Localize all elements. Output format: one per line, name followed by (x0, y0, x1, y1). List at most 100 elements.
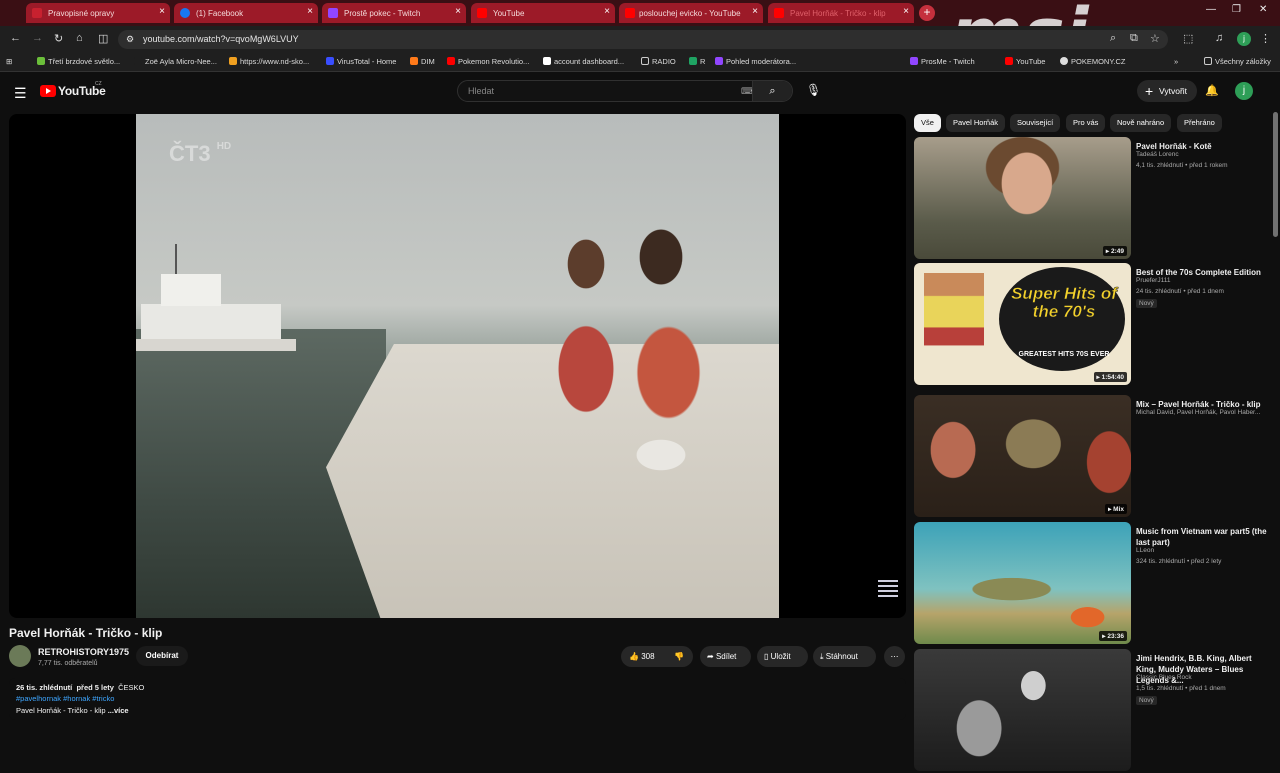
zoom-icon[interactable]: ⌕ (1110, 32, 1116, 45)
close-window-icon[interactable]: ✕ (1259, 4, 1267, 15)
more-actions-button[interactable]: ⋯ (884, 646, 905, 667)
bookmark-star-icon[interactable]: ☆ (1150, 32, 1160, 45)
apps-icon[interactable]: ⊞ (6, 57, 12, 66)
description-meta: 26 tis. zhlédnutí před 5 lety ČESKO (16, 683, 145, 692)
search-input[interactable]: Hledat (468, 86, 494, 96)
recommended-channel[interactable]: Classic Blues Rock (1136, 674, 1192, 681)
url-field[interactable]: ⚙ youtube.com/watch?v=qvoMgW6LVUY (118, 30, 1168, 49)
channel-avatar[interactable] (9, 645, 31, 667)
chip-for-you[interactable]: Pro vás (1066, 114, 1106, 132)
recommended-channel[interactable]: Michal David, Pavel Horňák, Pavol Haber.… (1136, 409, 1260, 416)
chip-watched[interactable]: Přehráno (1177, 114, 1222, 132)
install-icon[interactable]: ⧉ (1130, 32, 1138, 45)
recommended-video[interactable]: Super Hits of the 70's GREATEST HITS 70S… (914, 263, 1274, 387)
bookmark-item[interactable]: DIM (410, 57, 435, 66)
thumbs-up-icon: 👍 (629, 652, 639, 661)
youtube-logo[interactable]: YouTube CZ (40, 81, 106, 100)
video-player[interactable]: ČT3 HD (9, 114, 906, 618)
video-thumbnail[interactable]: ▸ Mix (914, 395, 1131, 517)
video-thumbnail[interactable]: Super Hits of the 70's GREATEST HITS 70S… (914, 263, 1131, 385)
tab-4[interactable]: poslouchej evicko - YouTube × (619, 3, 763, 23)
plus-icon: + (1145, 83, 1154, 99)
bookmark-folder[interactable]: RADIO (641, 57, 676, 66)
channel-name[interactable]: RETROHISTORY1975 (38, 647, 129, 657)
tab-0[interactable]: Pravopisné opravy × (26, 3, 170, 23)
recommended-mix[interactable]: ▸ Mix Mix – Pavel Horňák - Tričko - klip… (914, 395, 1274, 519)
recommended-channel[interactable]: LLeon (1136, 547, 1154, 554)
close-icon[interactable]: × (455, 6, 461, 17)
duration-badge: ▸ 1:54:40 (1093, 372, 1127, 382)
user-avatar[interactable]: j (1235, 82, 1253, 100)
close-icon[interactable]: × (307, 6, 313, 17)
maximize-icon[interactable]: ❐ (1232, 4, 1241, 15)
recommended-video[interactable]: Jimi Hendrix, B.B. King, Albert King, Mu… (914, 649, 1274, 773)
close-icon[interactable]: × (159, 6, 165, 17)
subscribe-button[interactable]: Odebírat (136, 646, 188, 666)
notifications-bell-icon[interactable]: 🔔 (1205, 84, 1219, 97)
tab-1[interactable]: (1) Facebook × (174, 3, 318, 23)
forward-icon[interactable]: → (32, 32, 43, 44)
close-icon[interactable]: × (604, 6, 610, 17)
bookmark-item[interactable]: POKEMONY.CZ (1060, 57, 1125, 66)
minimize-icon[interactable]: — (1206, 4, 1216, 15)
new-tab-button[interactable]: + (919, 5, 935, 21)
hamburger-menu-icon[interactable]: ☰ (14, 85, 27, 102)
chip-related[interactable]: Související (1010, 114, 1061, 132)
bookmark-item[interactable]: Třetí brzdové světlo... (37, 57, 120, 66)
menu-dots-icon[interactable]: ⋮ (1260, 32, 1271, 45)
tab-2[interactable]: Prostě pokec - Twitch × (322, 3, 466, 23)
video-frame[interactable]: ČT3 HD (136, 114, 779, 618)
close-icon[interactable]: × (903, 6, 909, 17)
video-thumbnail[interactable]: ▸ 2:49 (914, 137, 1131, 259)
profile-avatar[interactable]: j (1237, 32, 1251, 46)
player-overlay-icon[interactable] (878, 577, 898, 601)
bookmark-item[interactable]: Pokemon Revolutio... (447, 57, 529, 66)
download-icon: ⤓ (820, 652, 824, 661)
chip-new[interactable]: Nově nahráno (1110, 114, 1172, 132)
bookmark-item[interactable]: R (689, 57, 705, 66)
dislike-button[interactable]: 👎 (674, 646, 684, 667)
share-button[interactable]: ➦ Sdílet (700, 646, 751, 667)
search-box[interactable]: Hledat ⌨ ⌕ (457, 80, 793, 102)
bookmark-item[interactable]: Pohled moderátora... (715, 57, 796, 66)
download-button[interactable]: ⤓ Stáhnout (813, 646, 876, 667)
video-thumbnail[interactable]: ▸ 23:36 (914, 522, 1131, 644)
chip-all[interactable]: Vše (914, 114, 941, 132)
bookmark-item[interactable]: ProsMe - Twitch (910, 57, 975, 66)
bookmark-item[interactable]: YouTube (1005, 57, 1045, 66)
recommended-channel[interactable]: PrueferJ111 (1136, 277, 1170, 284)
create-button[interactable]: + Vytvořit (1137, 80, 1197, 102)
like-button[interactable]: 👍 308 (629, 652, 655, 661)
recommended-meta: 1,5 tis. zhlédnutí • před 1 dnem (1136, 685, 1226, 692)
recommended-channel[interactable]: Tadeáš Lorenc (1136, 151, 1179, 158)
tab-5-active[interactable]: Pavel Horňák - Tričko - klip × (768, 3, 914, 23)
search-button[interactable]: ⌕ (752, 81, 792, 101)
media-icon[interactable]: ♫ (1215, 32, 1223, 44)
page-scrollbar[interactable] (1273, 112, 1278, 237)
site-info-icon[interactable]: ⚙ (126, 30, 134, 49)
recommended-video[interactable]: ▸ 2:49 Pavel Horňák - Kotě Tadeáš Lorenc… (914, 137, 1274, 261)
video-description[interactable]: 26 tis. zhlédnutí před 5 lety ČESKO #pav… (9, 678, 906, 720)
extensions-icon[interactable]: ⬚ (1183, 32, 1193, 45)
microphone-icon[interactable]: 🎙 (806, 83, 821, 97)
bookmark-item[interactable]: Zoë Ayla Micro-Nee... (134, 57, 217, 66)
save-button[interactable]: ▯ Uložit (757, 646, 808, 667)
bookmark-item[interactable]: VirusTotal - Home (326, 57, 396, 66)
video-thumbnail[interactable] (914, 649, 1131, 771)
bookmark-item[interactable]: account dashboard... (543, 57, 624, 66)
back-icon[interactable]: ← (10, 32, 21, 44)
chevron-right-icon[interactable]: » (1174, 57, 1178, 66)
recommended-video[interactable]: ▸ 23:36 Music from Vietnam war part5 (th… (914, 522, 1274, 646)
home-icon[interactable]: ⌂ (76, 32, 83, 44)
recommended-title[interactable]: Jimi Hendrix, B.B. King, Albert King, Mu… (1136, 653, 1271, 686)
all-bookmarks[interactable]: Všechny záložky (1204, 57, 1271, 66)
bookmark-item[interactable]: https://www.nd-sko... (229, 57, 309, 66)
hashtags[interactable]: #pavelhornak #hornak #tricko (16, 694, 114, 703)
sidebar-icon[interactable]: ◫ (98, 32, 108, 45)
recommended-title[interactable]: Music from Vietnam war part5 (the last p… (1136, 526, 1271, 548)
show-more-link[interactable]: ...více (108, 706, 129, 715)
tab-3[interactable]: YouTube × (471, 3, 615, 23)
chip-pavel-hornak[interactable]: Pavel Horňák (946, 114, 1006, 132)
reload-icon[interactable]: ↻ (54, 32, 63, 45)
close-icon[interactable]: × (752, 6, 758, 17)
